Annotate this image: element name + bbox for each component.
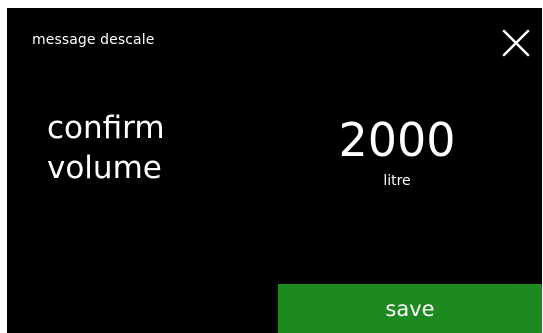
- descale-screen: message descale confirm volume 2000 litr…: [7, 8, 542, 333]
- volume-value: 2000: [338, 113, 456, 167]
- volume-unit: litre: [383, 173, 411, 189]
- close-button[interactable]: [499, 26, 533, 60]
- screen-title: message descale: [32, 32, 155, 48]
- close-icon: [502, 29, 530, 57]
- save-button[interactable]: save: [278, 284, 542, 333]
- prompt-line-1: confirm: [47, 110, 165, 146]
- prompt-line-2: volume: [47, 150, 162, 186]
- confirm-volume-label: confirm volume: [47, 108, 247, 188]
